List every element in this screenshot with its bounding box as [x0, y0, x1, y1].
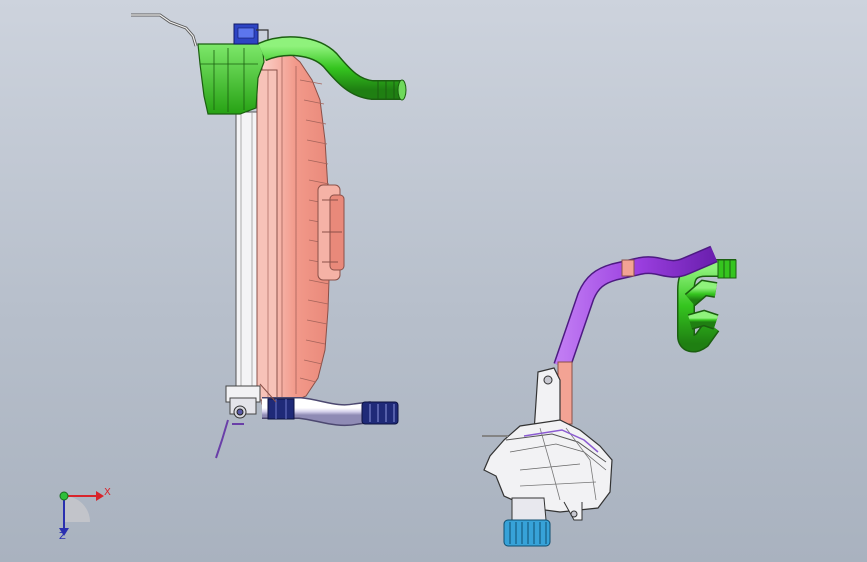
- axis-z-label: Z: [59, 531, 66, 542]
- coordinate-triad: [59, 491, 104, 536]
- lower-hose-clamp-right: [361, 401, 399, 425]
- radiator-assembly[interactable]: [131, 13, 407, 459]
- bottom-drain-fitting: [215, 385, 261, 459]
- reservoir-assembly[interactable]: [482, 245, 737, 547]
- fan-motor: [317, 184, 345, 281]
- reservoir-outlet: [511, 497, 547, 521]
- radiator-tank: [256, 69, 278, 401]
- green-expansion-tank: [197, 43, 265, 115]
- radiator-core: [235, 111, 259, 391]
- coolant-reservoir: [483, 419, 613, 513]
- lower-hose-clamp-left: [267, 398, 295, 420]
- assembly-drawing: [59, 13, 737, 547]
- cad-3d-viewport[interactable]: X Z: [0, 0, 867, 562]
- triad-origin: [59, 491, 69, 501]
- axis-x-label: X: [104, 487, 111, 498]
- hose-coupler-upper: [621, 259, 635, 277]
- wire-bracket-top: [131, 13, 198, 47]
- cyan-outlet-cap: [503, 519, 551, 547]
